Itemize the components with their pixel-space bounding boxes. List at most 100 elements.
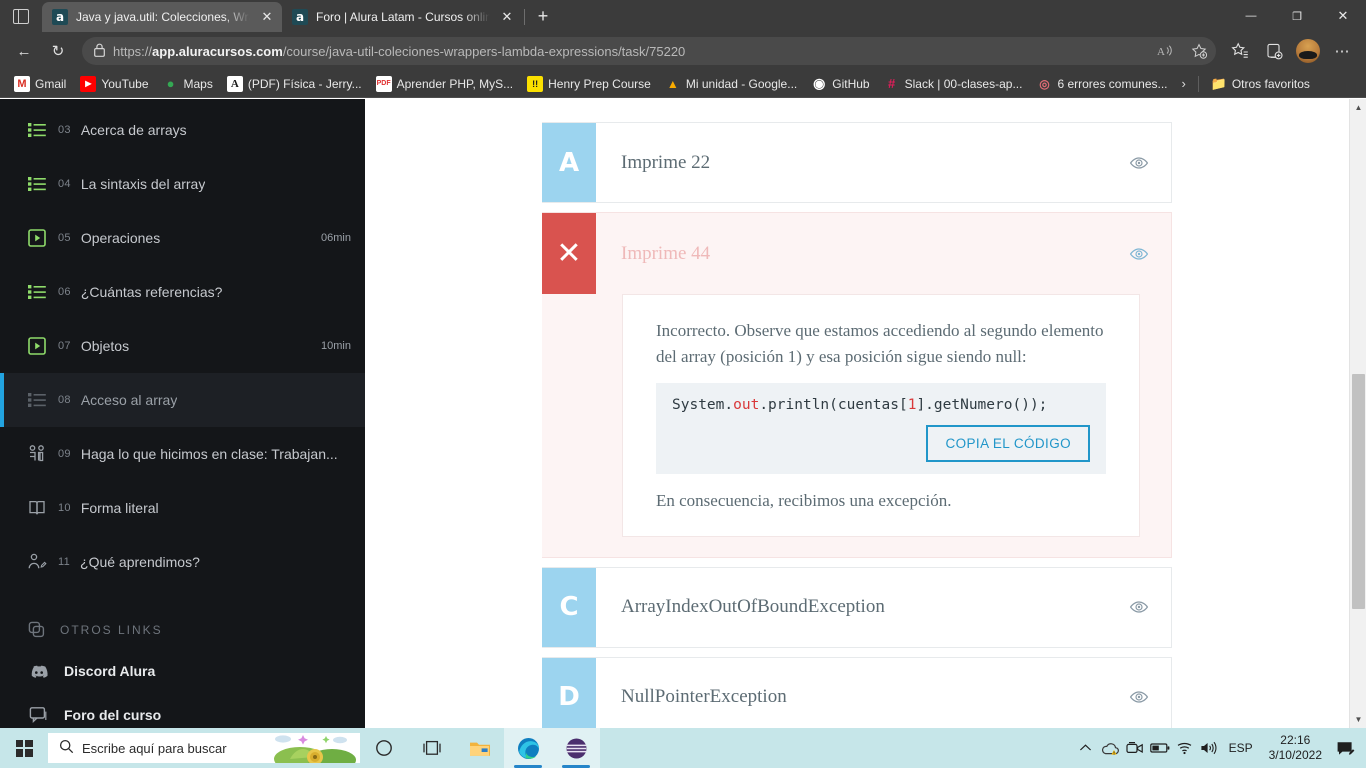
minimize-button[interactable]: — (1228, 0, 1274, 32)
volume-icon[interactable] (1197, 728, 1221, 768)
bookmark-label: 6 errores comunes... (1057, 76, 1168, 91)
url-host: app.aluracursos.com (152, 43, 283, 59)
eye-icon[interactable] (1129, 687, 1149, 707)
sidebar-item-forma-literal[interactable]: 10 Forma literal (0, 481, 365, 535)
google-drive-icon: ▲ (666, 76, 679, 91)
cortana-icon[interactable] (360, 728, 408, 768)
page-scrollbar[interactable]: ▲ ▼ (1349, 99, 1366, 728)
eye-icon[interactable] (1129, 153, 1149, 173)
bookmark-pdf-fisica[interactable]: A (PDF) Física - Jerry... (221, 73, 368, 95)
sidebar-item-number: 11 (58, 556, 71, 568)
bookmark-maps[interactable]: ● Maps (157, 73, 219, 95)
sidebar-item-haga-lo-que-hicimos[interactable]: 09 Haga lo que hicimos en clase: Trabaja… (0, 427, 365, 481)
tab-strip: a Java y java.util: Colecciones, Wra ✕ a… (0, 0, 1366, 32)
other-favorites-folder[interactable]: 📁 Otros favoritos (1205, 73, 1316, 95)
show-hidden-icons-chevron-icon[interactable] (1074, 728, 1098, 768)
wifi-icon[interactable] (1173, 728, 1197, 768)
eye-icon[interactable] (1129, 597, 1149, 617)
tab-list-icon (13, 8, 29, 24)
bookmark-label: Maps (183, 76, 213, 91)
sidebar-link-discord-alura[interactable]: Discord Alura (0, 655, 365, 687)
bookmark-gmail[interactable]: M Gmail (8, 73, 72, 95)
sidebar-item-la-sintaxis-del-array[interactable]: 04 La sintaxis del array (0, 157, 365, 211)
read-aloud-icon[interactable]: A (1152, 39, 1178, 63)
option-badge-d: D (542, 657, 596, 728)
copy-code-button[interactable]: COPIA EL CÓDIGO (926, 425, 1090, 462)
quiz-option-d[interactable]: D NullPointerException (542, 656, 1172, 729)
scroll-up-arrow-icon[interactable]: ▲ (1350, 99, 1366, 116)
bookmark-youtube[interactable]: ▶ YouTube (74, 73, 154, 95)
edge-icon[interactable] (504, 728, 552, 768)
address-bar[interactable]: https://app.aluracursos.com/course/java-… (82, 37, 1216, 65)
bookmark-github[interactable]: ◉ GitHub (805, 73, 875, 95)
sidebar-item-objetos[interactable]: 07 Objetos 10min (0, 319, 365, 373)
quiz-option-a[interactable]: A Imprime 22 (542, 122, 1172, 203)
bookmark-aprender-php[interactable]: PDF Aprender PHP, MyS... (370, 73, 520, 95)
battery-icon[interactable] (1147, 728, 1173, 768)
bookmark-label: GitHub (832, 76, 870, 91)
bookmark-errores-comunes[interactable]: ◎ 6 errores comunes... (1030, 73, 1173, 95)
sidebar-item-que-aprendimos[interactable]: 11 ¿Qué aprendimos? (0, 535, 365, 589)
reload-button[interactable]: ↻ (42, 36, 74, 66)
code-part-2: .println(cuentas[ (759, 397, 908, 413)
sidebar-item-cuantas-referencias[interactable]: 06 ¿Cuántas referencias? (0, 265, 365, 319)
code-block: System.out.println(cuentas[1].getNumero(… (656, 383, 1106, 474)
sidebar-item-number: 10 (58, 502, 71, 514)
settings-and-more-button[interactable]: ⋯ (1326, 36, 1358, 66)
task-view-icon[interactable] (408, 728, 456, 768)
option-badge-incorrect-x: ✕ (542, 213, 596, 294)
option-body: Imprime 44 (596, 213, 1171, 294)
file-explorer-icon[interactable] (456, 728, 504, 768)
quiz-option-b-wrong[interactable]: ✕ Imprime 44 Incorrecto. Observe que est… (542, 212, 1172, 558)
start-button[interactable] (0, 728, 48, 768)
maximize-button[interactable]: ❐ (1274, 0, 1320, 32)
tab-search-button[interactable] (0, 0, 42, 32)
onedrive-icon[interactable] (1098, 728, 1123, 768)
back-button[interactable]: ← (8, 36, 40, 66)
bookmarks-overflow-chevron-icon[interactable]: › (1176, 74, 1192, 93)
meet-now-icon[interactable] (1123, 728, 1147, 768)
sidebar-item-number: 06 (58, 286, 71, 298)
feedback-panel: Incorrecto. Observe que estamos accedien… (622, 294, 1140, 537)
sidebar-item-operaciones[interactable]: 05 Operaciones 06min (0, 211, 365, 265)
app-icon[interactable] (552, 728, 600, 768)
add-favorite-icon[interactable] (1186, 39, 1212, 63)
other-favorites-label: Otros favoritos (1231, 76, 1310, 91)
tab-close-icon[interactable]: ✕ (498, 8, 516, 26)
bookmark-label: Aprender PHP, MyS... (396, 76, 514, 91)
browser-tab-1[interactable]: a Java y java.util: Colecciones, Wra ✕ (42, 2, 282, 32)
link-icon (26, 619, 48, 641)
sidebar-link-foro-del-curso[interactable]: Foro del curso (0, 699, 365, 728)
youtube-icon: ▶ (80, 75, 97, 92)
bookmark-google-drive[interactable]: ▲ Mi unidad - Google... (659, 73, 803, 95)
scroll-down-arrow-icon[interactable]: ▼ (1350, 711, 1366, 728)
browser-tab-2[interactable]: a Foro | Alura Latam - Cursos onlin ✕ (282, 2, 522, 32)
url-text: https://app.aluracursos.com/course/java-… (113, 44, 1144, 59)
quiz-option-c[interactable]: C ArrayIndexOutOfBoundException (542, 566, 1172, 648)
collections-icon[interactable] (1258, 36, 1290, 66)
close-window-button[interactable]: ✕ (1320, 0, 1366, 32)
scrollbar-thumb[interactable] (1352, 374, 1365, 609)
option-body: NullPointerException (596, 658, 1171, 729)
taskbar-search-box[interactable]: Escribe aquí para buscar (48, 733, 360, 763)
sidebar-link-label: Discord Alura (64, 663, 156, 679)
favorites-hub-icon[interactable] (1224, 36, 1256, 66)
profile-avatar[interactable] (1292, 36, 1324, 66)
sidebar-item-acceso-al-array[interactable]: 08 Acceso al array (0, 373, 365, 427)
clock-date: 3/10/2022 (1268, 748, 1322, 762)
sidebar-item-label: Acerca de arrays (80, 122, 187, 138)
bookmark-slack[interactable]: # Slack | 00-clases-ap... (878, 73, 1029, 95)
sidebar-item-acerca-de-arrays[interactable]: 03 Acerca de arrays (0, 103, 365, 157)
bookmark-henry-prep[interactable]: !! Henry Prep Course (521, 73, 657, 95)
other-links-header: OTROS LINKS (0, 605, 365, 655)
language-indicator[interactable]: ESP (1221, 741, 1261, 755)
clock[interactable]: 22:16 3/10/2022 (1261, 733, 1330, 763)
eye-icon[interactable] (1129, 244, 1149, 264)
sidebar-item-label: Objetos (80, 338, 130, 354)
option-badge-a: A (542, 123, 596, 202)
action-center-icon[interactable] (1330, 728, 1360, 768)
sidebar-item-number: 03 (58, 124, 71, 136)
tab-close-icon[interactable]: ✕ (258, 8, 276, 26)
user-edit-icon (26, 551, 48, 573)
new-tab-button[interactable]: + (529, 2, 557, 30)
